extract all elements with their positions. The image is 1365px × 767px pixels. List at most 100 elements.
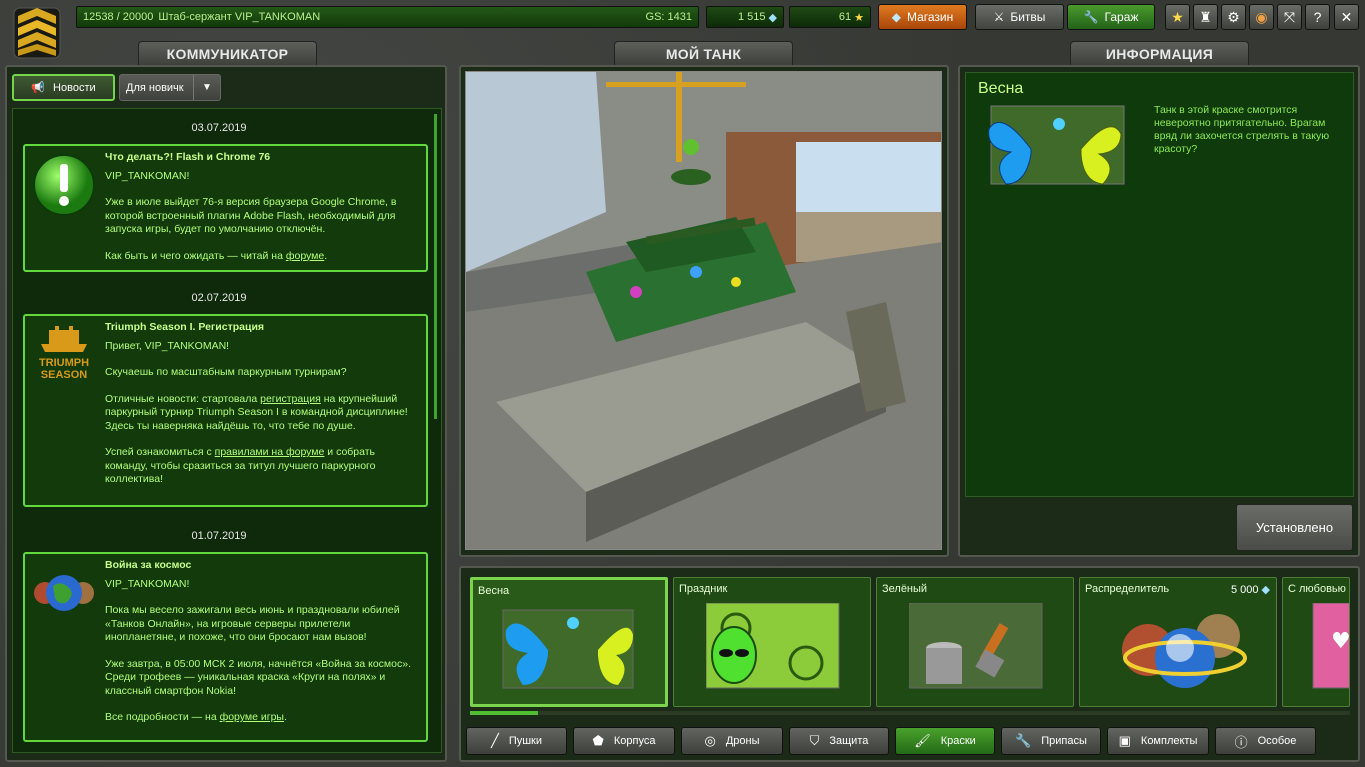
news-title: Что делать?! Flash и Chrome 76 — [105, 151, 271, 163]
fullscreen-icon[interactable]: ⤧ — [1277, 4, 1302, 30]
news-card: Что делать?! Flash и Chrome 76 VIP_TANKO… — [23, 144, 428, 272]
item-description: Танк в этой краске смотрится невероятно … — [1154, 104, 1330, 155]
news-greeting: VIP_TANKOMAN! — [105, 577, 190, 590]
news-card: Война за космос VIP_TANKOMAN! Пока мы ве… — [23, 552, 428, 742]
logo-text: TRIUMPH — [39, 357, 89, 369]
svg-text:♥: ♥ — [1331, 629, 1350, 654]
chevron-down-icon: ▼ — [193, 75, 220, 100]
news-body: Скучаешь по масштабным паркурным турнира… — [105, 366, 347, 378]
category-supplies[interactable]: 🔧 Припасы — [1001, 727, 1101, 755]
news-date: 02.07.2019 — [191, 292, 247, 304]
news-body: Пока мы весело зажигали весь июнь и праз… — [105, 604, 400, 643]
news-text: Как быть и чего ожидать — читай на — [105, 249, 286, 262]
item-card-prazdnik[interactable]: Праздник — [673, 577, 871, 707]
items-scrollbar[interactable] — [470, 711, 1350, 715]
stars-counter: 61 ★ — [789, 6, 871, 28]
garage-tank-view[interactable] — [465, 71, 942, 550]
star-icon: ★ — [854, 11, 864, 24]
category-guns[interactable]: ╱ Пушки — [466, 727, 567, 755]
filter-value: Для новичк — [126, 81, 184, 94]
news-feed[interactable]: 03.07.2019 Что делать?! Flash и Chrome 7… — [12, 108, 442, 753]
close-icon[interactable]: ✕ — [1334, 4, 1359, 30]
logo-text: SEASON — [41, 369, 88, 381]
gear-icon[interactable]: ⚙ — [1221, 4, 1246, 30]
item-card-raspredelitel[interactable]: Распределитель 5 000 ◆ — [1079, 577, 1277, 707]
registration-link[interactable]: регистрация — [260, 393, 321, 405]
wrench-icon: 🔧 — [1083, 10, 1099, 24]
item-card-zelenyi[interactable]: Зелёный — [876, 577, 1074, 707]
installed-button[interactable]: Установлено — [1236, 504, 1353, 551]
item-title: Весна — [978, 80, 1024, 97]
battles-button[interactable]: ⚔ Битвы — [975, 4, 1064, 30]
price-value: 5 000 — [1230, 584, 1259, 596]
news-filter-dropdown[interactable]: Для новичк ▼ — [119, 74, 221, 101]
crossed-swords-icon: ⚔ — [993, 10, 1005, 24]
battles-label: Битвы — [1010, 10, 1046, 24]
xp-value: 12538 / 20000 — [83, 11, 154, 23]
forum-link[interactable]: форуме игры — [220, 711, 284, 723]
sound-icon[interactable]: ◉ — [1249, 4, 1274, 30]
news-text: Отличные новости: стартовала — [105, 392, 261, 405]
news-text: Успей ознакомиться с — [105, 446, 215, 458]
gear-score: GS: 1431 — [645, 11, 692, 23]
news-date: 03.07.2019 — [191, 122, 247, 134]
crystals-value: 1 515 — [738, 11, 766, 23]
clan-icon[interactable]: ♜ — [1193, 4, 1218, 30]
butterfly-paint-preview-icon — [981, 104, 1126, 194]
tab-my-tank: МОЙ ТАНК — [614, 41, 793, 66]
news-body: Как быть и чего ожидать — читай на форум… — [105, 250, 418, 264]
item-card-s-lyubovyu[interactable]: С любовью ♥ — [1282, 577, 1350, 707]
category-label: Комплекты — [1140, 735, 1198, 747]
news-body: Уже в июле выйдет 76-я версия браузера G… — [105, 196, 397, 235]
paint-can-icon — [909, 603, 1043, 689]
category-drones[interactable]: ◎ Дроны — [681, 727, 783, 755]
triumph-season-logo-icon: TRIUMPH SEASON — [31, 322, 97, 388]
category-special[interactable]: ⓘ Особое — [1215, 727, 1316, 755]
news-body: Все подробности — на форуме игры. — [105, 711, 418, 725]
item-label: Распределитель — [1085, 583, 1170, 595]
category-label: Краски — [940, 735, 976, 747]
crystal-icon: ◆ — [768, 11, 777, 24]
garage-button[interactable]: 🔧 Гараж — [1067, 4, 1155, 30]
tab-communicator: КОММУНИКАТОР — [138, 41, 317, 66]
item-price: 5 000 ◆ — [1231, 583, 1270, 596]
turret-icon: ╱ — [490, 733, 499, 748]
category-hulls[interactable]: ⬟ Корпуса — [573, 727, 675, 755]
item-card-vesna[interactable]: Весна — [470, 577, 668, 707]
category-paints[interactable]: 🖌 Краски — [895, 727, 995, 755]
news-greeting: Привет, VIP_TANKOMAN! — [105, 339, 230, 352]
crystals-counter: 1 515 ◆ — [706, 6, 784, 28]
category-label: Припасы — [1041, 735, 1087, 747]
rules-link[interactable]: правилами на форуме — [215, 446, 325, 458]
news-card: TRIUMPH SEASON Triumph Season I. Регистр… — [23, 314, 428, 507]
news-text: . — [283, 711, 287, 723]
wrench-icon: 🔧 — [1015, 733, 1032, 748]
help-icon[interactable]: ? — [1305, 4, 1330, 30]
news-body: Уже завтра, в 05:00 МСК 2 июля, начнётся… — [105, 657, 411, 697]
butterfly-icon — [502, 609, 634, 689]
news-date: 01.07.2019 — [191, 530, 247, 542]
drone-icon: ◎ — [704, 733, 716, 748]
hearts-icon: ♥ — [1312, 603, 1350, 689]
diamond-icon: ◆ — [891, 10, 901, 24]
garage-label: Гараж — [1104, 10, 1139, 24]
shield-icon: ⛉ — [809, 733, 820, 748]
star-rewards-icon[interactable]: ★ — [1165, 4, 1190, 30]
stars-value: 61 — [838, 11, 852, 23]
category-protection[interactable]: ⛉ Защита — [789, 727, 889, 755]
hull-icon: ⬟ — [592, 733, 604, 748]
news-body: Отличные новости: стартовала регистрация… — [105, 393, 418, 434]
item-label: Весна — [478, 585, 510, 597]
news-button[interactable]: 📢 Новости — [12, 74, 115, 101]
item-label: Зелёный — [882, 583, 928, 595]
category-label: Пушки — [508, 735, 543, 747]
category-label: Корпуса — [613, 735, 656, 747]
category-kits[interactable]: ▣ Комплекты — [1107, 727, 1209, 755]
alien-icon — [706, 603, 840, 689]
news-title: Triumph Season I. Регистрация — [105, 321, 265, 333]
category-label: Защита — [829, 735, 869, 747]
rank-insignia-icon — [12, 6, 62, 60]
news-scrollbar[interactable] — [434, 114, 437, 419]
forum-link[interactable]: форуме — [286, 250, 324, 262]
shop-button[interactable]: ◆ Магазин — [878, 4, 967, 30]
